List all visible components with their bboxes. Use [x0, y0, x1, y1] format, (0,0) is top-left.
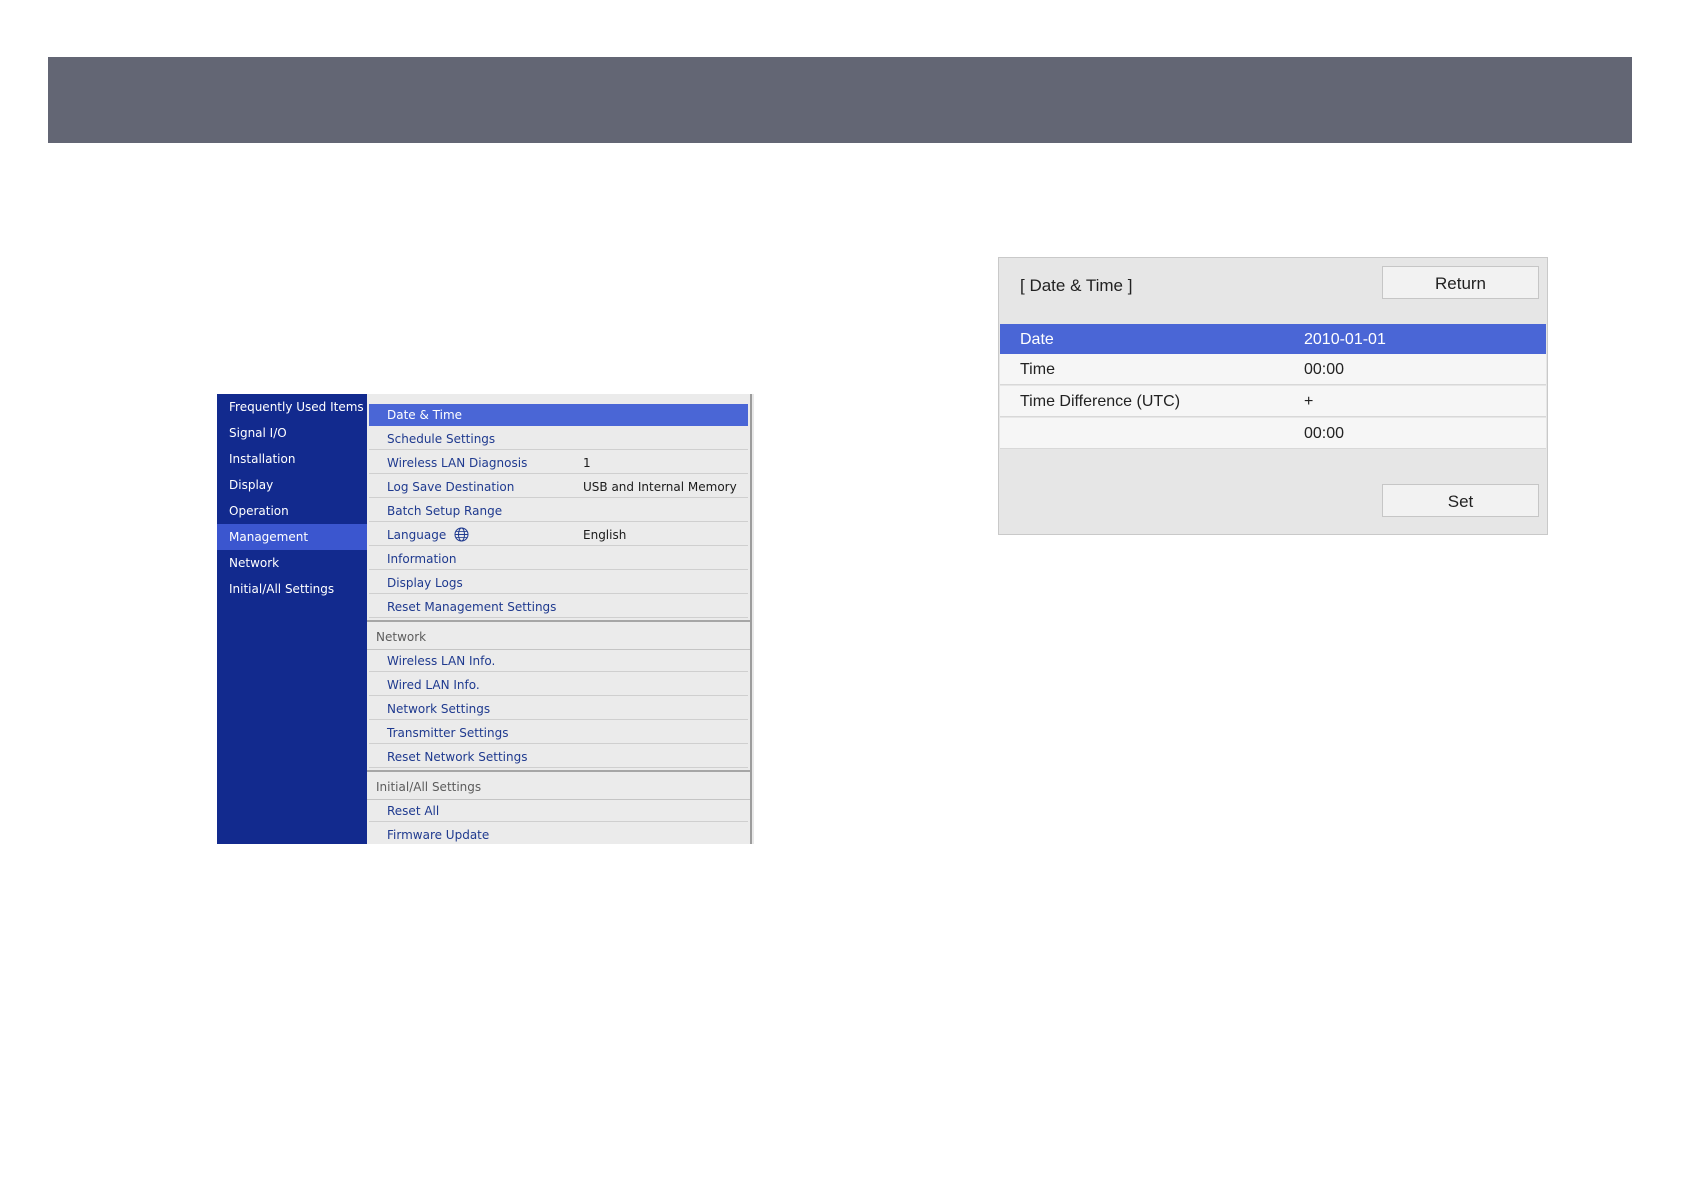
sidebar-item-initial-all-settings[interactable]: Initial/All Settings: [217, 576, 367, 602]
menu-item-label: Display Logs: [387, 576, 463, 590]
sidebar-item-operation[interactable]: Operation: [217, 498, 367, 524]
time-difference-row[interactable]: Time Difference (UTC) +: [1000, 386, 1546, 417]
menu-item-schedule-settings[interactable]: Schedule Settings: [369, 428, 748, 450]
dialog-title: [ Date & Time ]: [1020, 276, 1133, 295]
menu-item-value: 1: [583, 456, 591, 470]
menu-item-label: Wireless LAN Info.: [387, 654, 496, 668]
date-row[interactable]: Date 2010-01-01: [1000, 324, 1546, 354]
projector-menu: Frequently Used Items Signal I/O Install…: [217, 394, 754, 844]
menu-item-label: Wired LAN Info.: [387, 678, 480, 692]
date-time-dialog: [ Date & Time ] Return Date 2010-01-01 T…: [998, 257, 1548, 535]
menu-item-wired-lan-info[interactable]: Wired LAN Info.: [369, 674, 748, 696]
sidebar-item-frequently-used-items[interactable]: Frequently Used Items: [217, 394, 367, 420]
time-difference-offset-row[interactable]: 00:00: [1000, 418, 1546, 449]
menu-item-label: Reset Network Settings: [387, 750, 528, 764]
sidebar-item-signal-io[interactable]: Signal I/O: [217, 420, 367, 446]
menu-item-information[interactable]: Information: [369, 548, 748, 570]
menu-item-label: Log Save Destination: [387, 480, 515, 494]
section-header-initial-all-settings: Initial/All Settings: [367, 770, 750, 800]
menu-item-language[interactable]: Language English: [369, 524, 748, 546]
menu-item-reset-management-settings[interactable]: Reset Management Settings: [369, 596, 748, 618]
menu-item-display-logs[interactable]: Display Logs: [369, 572, 748, 594]
sidebar-item-display[interactable]: Display: [217, 472, 367, 498]
time-difference-label: Time Difference (UTC): [1020, 393, 1181, 410]
menu-item-label: Firmware Update: [387, 828, 490, 842]
date-label: Date: [1020, 331, 1054, 348]
menu-item-transmitter-settings[interactable]: Transmitter Settings: [369, 722, 748, 744]
menu-item-value: English: [583, 528, 627, 542]
time-difference-offset-value: 00:00: [1304, 425, 1345, 442]
set-button[interactable]: Set: [1382, 484, 1539, 517]
menu-item-label: Reset All: [387, 804, 440, 818]
menu-item-label: Wireless LAN Diagnosis: [387, 456, 528, 470]
menu-content: Date & Time Schedule Settings Wireless L…: [367, 394, 752, 844]
sidebar-item-network[interactable]: Network: [217, 550, 367, 576]
sidebar-item-installation[interactable]: Installation: [217, 446, 367, 472]
menu-item-label: Reset Management Settings: [387, 600, 557, 614]
menu-item-label: Network Settings: [387, 702, 491, 716]
menu-item-firmware-update[interactable]: Firmware Update: [369, 824, 748, 844]
top-banner: [48, 57, 1632, 143]
menu-item-reset-all[interactable]: Reset All: [369, 800, 748, 822]
time-difference-sign: +: [1304, 393, 1314, 410]
menu-item-reset-network-settings[interactable]: Reset Network Settings: [369, 746, 748, 768]
date-value: 2010-01-01: [1304, 331, 1386, 348]
menu-item-label: Information: [387, 552, 457, 566]
time-row[interactable]: Time 00:00: [1000, 354, 1546, 385]
menu-sidebar: Frequently Used Items Signal I/O Install…: [217, 394, 367, 844]
menu-item-label: Batch Setup Range: [387, 504, 503, 518]
menu-item-label: Language: [387, 528, 447, 542]
time-value: 00:00: [1304, 361, 1345, 378]
globe-icon: [454, 527, 469, 542]
menu-item-value: USB and Internal Memory: [583, 480, 737, 494]
menu-item-log-save-destination[interactable]: Log Save Destination USB and Internal Me…: [369, 476, 748, 498]
sidebar-item-management[interactable]: Management: [217, 524, 367, 550]
menu-item-wireless-lan-info[interactable]: Wireless LAN Info.: [369, 650, 748, 672]
menu-item-batch-setup-range[interactable]: Batch Setup Range: [369, 500, 748, 522]
return-button[interactable]: Return: [1382, 266, 1539, 299]
section-header-network: Network: [367, 620, 750, 650]
time-label: Time: [1020, 361, 1055, 378]
menu-item-label: Date & Time: [387, 408, 463, 422]
menu-item-date-time[interactable]: Date & Time: [369, 404, 748, 426]
menu-item-label: Transmitter Settings: [387, 726, 509, 740]
menu-item-wireless-lan-diagnosis[interactable]: Wireless LAN Diagnosis 1: [369, 452, 748, 474]
menu-item-network-settings[interactable]: Network Settings: [369, 698, 748, 720]
menu-item-label: Schedule Settings: [387, 432, 496, 446]
